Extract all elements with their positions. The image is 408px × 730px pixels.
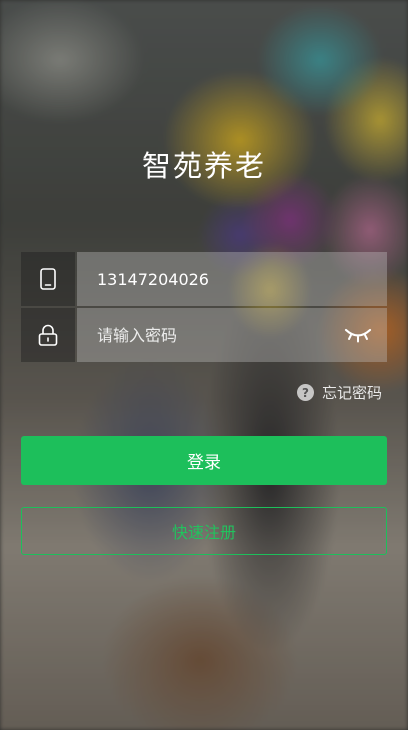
password-field (21, 308, 387, 362)
question-icon: ? (296, 384, 314, 401)
forgot-password-label: 忘记密码 (321, 384, 382, 402)
lock-icon (38, 324, 58, 346)
forgot-password-link[interactable]: ? 忘记密码 (296, 382, 382, 403)
login-button[interactable]: 登录 (21, 436, 387, 485)
phone-icon-cell (21, 252, 75, 306)
password-input[interactable] (97, 325, 317, 345)
app-title: 智苑养老 (141, 149, 266, 183)
register-button[interactable]: 快速注册 (21, 507, 387, 555)
phone-icon (40, 268, 56, 290)
background-overlay (0, 0, 408, 730)
phone-input[interactable] (97, 269, 317, 289)
login-screen: 智苑养老 13147204026 ? 忘记密码 登录 快速注册 (0, 0, 408, 730)
phone-field (21, 252, 387, 306)
phone-input-wrapper (77, 252, 387, 306)
lock-icon-cell (21, 308, 75, 362)
eye-closed-icon[interactable] (343, 324, 373, 346)
password-input-wrapper (77, 308, 387, 362)
